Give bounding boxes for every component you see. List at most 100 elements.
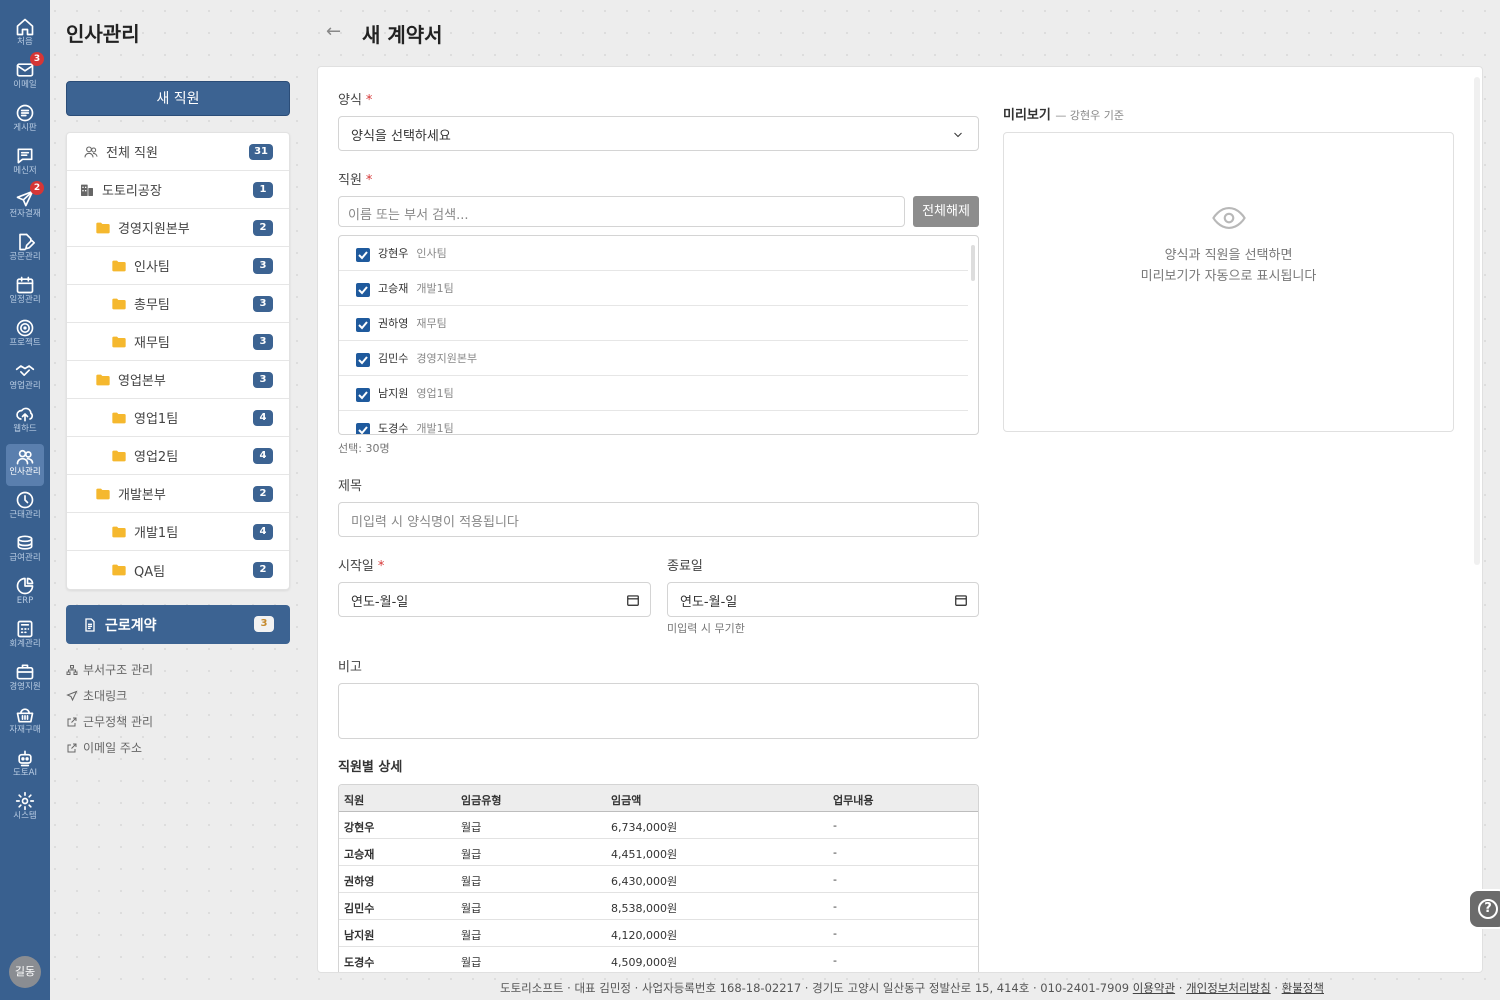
checkbox-checked[interactable]	[356, 423, 370, 434]
rail-item-home[interactable]: 처음	[0, 14, 50, 56]
rail-item-approval[interactable]: 전자결재 2	[0, 181, 50, 228]
rail-item-messenger[interactable]: 메신저	[0, 143, 50, 185]
tree-item-dev-hq[interactable]: 개발본부 2	[67, 475, 289, 513]
cell-wage-type[interactable]: 월급	[461, 846, 481, 862]
checkbox-checked[interactable]	[356, 353, 370, 367]
rail-item-attendance[interactable]: 근태관리	[0, 487, 50, 529]
table-row[interactable]: 남지원 월급 4,120,000원 -	[339, 920, 978, 947]
tree-item-management-hq[interactable]: 경영지원본부 2	[67, 209, 289, 247]
terms-link[interactable]: 이용약관	[1133, 981, 1175, 995]
employee-search-input[interactable]: 이름 또는 부서 검색...	[338, 196, 905, 227]
calendar-icon[interactable]	[954, 593, 968, 607]
subject-input[interactable]: 미입력 시 양식명이 적용됩니다	[338, 502, 979, 537]
rail-item-webhard[interactable]: 웹하드	[0, 401, 50, 443]
cell-job-description[interactable]: -	[833, 819, 837, 832]
tree-item-company[interactable]: 도토리공장 1	[67, 171, 289, 209]
employee-item[interactable]: 도경수 개발1팀	[339, 411, 968, 434]
tree-item-sales2[interactable]: 영업2팀 4	[67, 437, 289, 475]
tree-item-hr-team[interactable]: 인사팀 3	[67, 247, 289, 285]
cell-job-description[interactable]: -	[833, 846, 837, 859]
rail-item-system[interactable]: 시스템	[0, 788, 50, 830]
cell-job-description[interactable]: -	[833, 954, 837, 967]
labor-contract-menu[interactable]: 근로계약 3	[66, 605, 290, 644]
tree-item-qa[interactable]: QA팀 2	[67, 551, 289, 589]
cell-wage-type[interactable]: 월급	[461, 819, 481, 835]
cell-wage-amount[interactable]: 6,430,000원	[611, 873, 677, 889]
refund-link[interactable]: 환불정책	[1282, 981, 1324, 995]
start-date-input[interactable]: 연도-월-일	[338, 582, 651, 617]
cell-wage-type[interactable]: 월급	[461, 900, 481, 916]
contract-label: 근로계약	[105, 617, 157, 634]
table-row[interactable]: 권하영 월급 6,430,000원 -	[339, 866, 978, 893]
rail-item-board[interactable]: 게시판	[0, 100, 50, 142]
rail-item-hr[interactable]: 인사관리	[6, 444, 44, 486]
end-date-input[interactable]: 연도-월-일	[667, 582, 979, 617]
cell-wage-amount[interactable]: 4,451,000원	[611, 846, 677, 862]
tree-item-sales-hq[interactable]: 영업본부 3	[67, 361, 289, 399]
rail-item-accounting[interactable]: 회계관리	[0, 616, 50, 658]
rail-item-purchasing[interactable]: 자재구매	[0, 702, 50, 744]
tree-item-sales1[interactable]: 영업1팀 4	[67, 399, 289, 437]
link-invite[interactable]: 초대링크	[66, 687, 127, 704]
list-scrollbar[interactable]	[971, 245, 975, 281]
rail-item-documents[interactable]: 공문관리	[0, 229, 50, 271]
employee-item[interactable]: 강현우 인사팀	[339, 236, 968, 271]
cell-wage-amount[interactable]: 8,538,000원	[611, 900, 677, 916]
cell-job-description[interactable]: -	[833, 927, 837, 940]
cell-wage-amount[interactable]: 4,120,000원	[611, 927, 677, 943]
employee-item[interactable]: 김민수 경영지원본부	[339, 341, 968, 376]
tree-item-finance[interactable]: 재무팀 3	[67, 323, 289, 361]
cell-job-description[interactable]: -	[833, 900, 837, 913]
table-row[interactable]: 도경수 월급 4,509,000원 -	[339, 947, 978, 972]
tree-item-general-affairs[interactable]: 총무팀 3	[67, 285, 289, 323]
clear-all-button[interactable]: 전체해제	[913, 196, 979, 227]
rail-label: ERP	[16, 596, 34, 606]
employee-item[interactable]: 권하영 재무팀	[339, 306, 968, 341]
remark-textarea[interactable]	[338, 683, 979, 739]
back-arrow-icon[interactable]: ←	[326, 21, 341, 42]
rail-item-project[interactable]: 프로젝트	[0, 315, 50, 357]
cell-wage-amount[interactable]: 6,734,000원	[611, 819, 677, 835]
employee-item[interactable]: 남지원 영업1팀	[339, 376, 968, 411]
cell-wage-type[interactable]: 월급	[461, 927, 481, 943]
checkbox-checked[interactable]	[356, 388, 370, 402]
cell-job-description[interactable]: -	[833, 873, 837, 886]
template-select[interactable]: 양식을 선택하세요	[338, 116, 979, 151]
folder-icon	[112, 298, 126, 309]
new-employee-button[interactable]: 새 직원	[66, 81, 290, 116]
help-button[interactable]: ?	[1468, 889, 1500, 929]
count-badge: 4	[253, 524, 273, 540]
rail-label: 메신저	[13, 166, 37, 176]
cell-wage-type[interactable]: 월급	[461, 873, 481, 889]
table-row[interactable]: 고승재 월급 4,451,000원 -	[339, 839, 978, 866]
chevron-down-icon	[954, 132, 962, 138]
rail-item-payroll[interactable]: 급여관리	[0, 530, 50, 572]
count-badge: 1	[253, 182, 273, 198]
link-work-policy[interactable]: 근무정책 관리	[66, 713, 153, 730]
table-row[interactable]: 강현우 월급 6,734,000원 -	[339, 812, 978, 839]
table-row[interactable]: 김민수 월급 8,538,000원 -	[339, 893, 978, 920]
rail-item-schedule[interactable]: 일정관리	[0, 272, 50, 314]
count-badge: 3	[253, 334, 273, 350]
link-org-structure[interactable]: 부서구조 관리	[66, 661, 153, 678]
cell-wage-type[interactable]: 월급	[461, 954, 481, 970]
rail-item-email[interactable]: 이메일 3	[0, 52, 50, 99]
checkbox-checked[interactable]	[356, 248, 370, 262]
privacy-link[interactable]: 개인정보처리방침	[1186, 981, 1271, 995]
tree-label: QA팀	[134, 564, 166, 580]
page-title: 새 계약서	[362, 23, 443, 47]
rail-item-ai[interactable]: 도토AI	[0, 745, 50, 787]
rail-item-erp[interactable]: ERP	[0, 573, 50, 615]
link-email-address[interactable]: 이메일 주소	[66, 739, 142, 756]
employee-item[interactable]: 고승재 개발1팀	[339, 271, 968, 306]
rail-item-sales[interactable]: 영업관리	[0, 358, 50, 400]
panel-scrollbar[interactable]	[1474, 77, 1480, 565]
rail-item-management[interactable]: 경영지원	[0, 659, 50, 701]
cell-wage-amount[interactable]: 4,509,000원	[611, 954, 677, 970]
calendar-icon[interactable]	[626, 593, 640, 607]
checkbox-checked[interactable]	[356, 318, 370, 332]
tree-item-all[interactable]: 전체 직원 31	[67, 133, 289, 171]
user-avatar[interactable]: 길동	[9, 956, 41, 988]
tree-item-dev1[interactable]: 개발1팀 4	[67, 513, 289, 551]
checkbox-checked[interactable]	[356, 283, 370, 297]
